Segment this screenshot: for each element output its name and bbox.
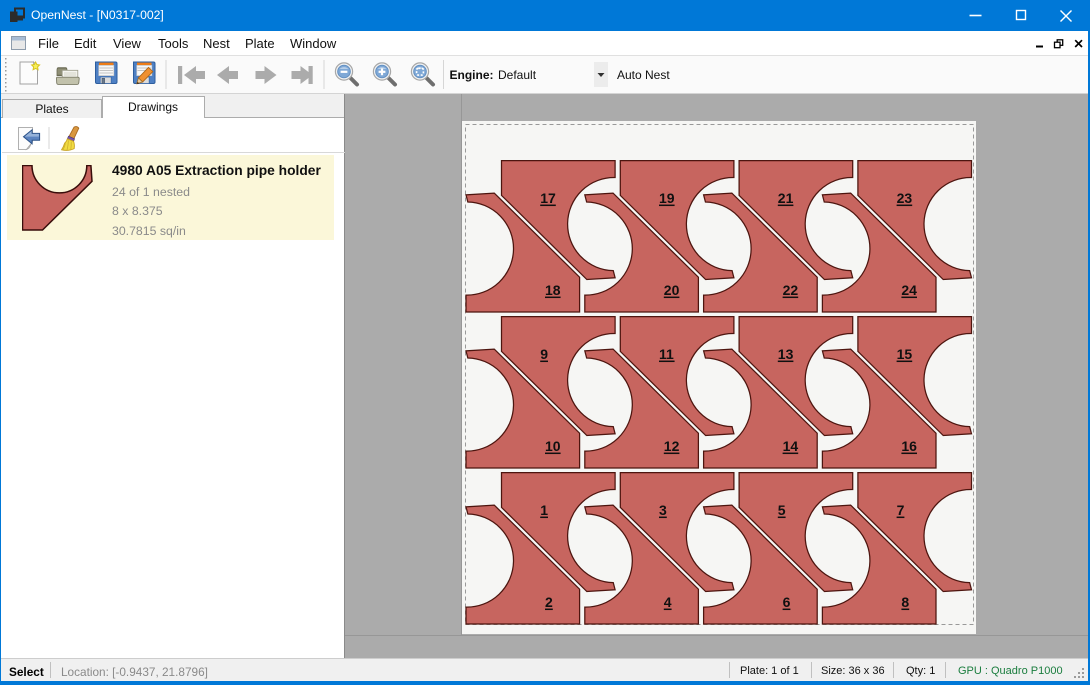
svg-text:12: 12 — [664, 438, 680, 454]
svg-text:18: 18 — [545, 282, 561, 298]
svg-text:6: 6 — [783, 594, 791, 610]
svg-text:15: 15 — [897, 346, 913, 362]
svg-text:19: 19 — [659, 190, 675, 206]
svg-text:14: 14 — [783, 438, 799, 454]
svg-text:13: 13 — [778, 346, 794, 362]
svg-text:22: 22 — [783, 282, 799, 298]
svg-text:5: 5 — [778, 502, 786, 518]
svg-text:16: 16 — [901, 438, 917, 454]
svg-text:9: 9 — [540, 346, 548, 362]
svg-text:7: 7 — [897, 502, 905, 518]
svg-text:21: 21 — [778, 190, 794, 206]
svg-text:10: 10 — [545, 438, 561, 454]
svg-text:1: 1 — [540, 502, 548, 518]
svg-text:17: 17 — [540, 190, 556, 206]
svg-text:4: 4 — [664, 594, 672, 610]
svg-text:2: 2 — [545, 594, 553, 610]
svg-text:24: 24 — [901, 282, 917, 298]
svg-text:3: 3 — [659, 502, 667, 518]
svg-text:11: 11 — [659, 346, 674, 362]
svg-text:20: 20 — [664, 282, 680, 298]
svg-text:8: 8 — [901, 594, 909, 610]
svg-text:23: 23 — [897, 190, 913, 206]
